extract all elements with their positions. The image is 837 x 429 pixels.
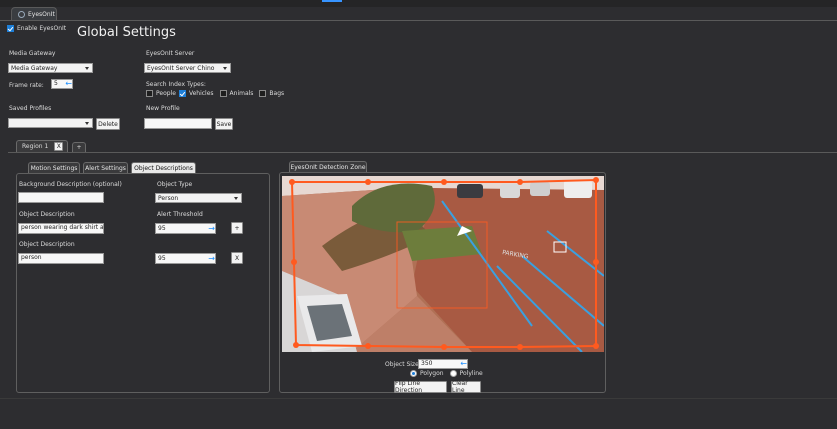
animals-checkbox[interactable] — [219, 90, 227, 97]
background-description-label: Background Description (optional) — [19, 181, 122, 188]
background-description-input[interactable] — [18, 192, 104, 203]
eyesonit-icon — [18, 11, 25, 18]
zone-vertex[interactable] — [593, 343, 599, 349]
add-description-button[interactable]: + — [231, 222, 243, 234]
close-region-button[interactable]: X — [54, 142, 64, 151]
tab-object-descriptions[interactable]: Object Descriptions — [131, 162, 196, 173]
alert-threshold-input[interactable]: 95 → — [155, 223, 216, 234]
top-bar — [0, 0, 837, 7]
alert-threshold-label: Alert Threshold — [157, 211, 203, 218]
delete-button[interactable]: Delete — [96, 118, 120, 130]
chevron-down-icon — [223, 66, 227, 70]
media-gateway-value: Media Gateway — [11, 64, 58, 72]
zone-vertex[interactable] — [441, 344, 447, 350]
bags-label: Bags — [269, 90, 285, 97]
frame-rate-label: Frame rate: — [9, 82, 44, 89]
detection-zone-overlay[interactable] — [279, 172, 606, 358]
people-checkbox[interactable] — [146, 90, 153, 97]
vehicles-label: Vehicles — [188, 90, 214, 97]
object-size-input[interactable]: 350 ← — [418, 359, 468, 369]
tab-region-1[interactable]: Region 1 X — [16, 140, 68, 152]
arrow-right-icon: → — [208, 253, 215, 263]
object-size-label: Object Size: — [385, 361, 421, 368]
save-button[interactable]: Save — [215, 118, 233, 130]
zone-vertex[interactable] — [289, 179, 295, 185]
search-index-label: Search Index Types: — [146, 81, 206, 88]
bottom-divider — [0, 398, 837, 399]
add-region-tab[interactable]: + — [72, 142, 86, 152]
zone-vertex[interactable] — [291, 259, 297, 265]
enable-checkbox[interactable] — [7, 25, 14, 32]
chevron-down-icon — [234, 196, 238, 200]
object-descriptions-panel — [16, 173, 270, 393]
polyline-radio[interactable] — [449, 370, 457, 377]
new-profile-label: New Profile — [146, 105, 180, 112]
polygon-radio[interactable] — [410, 370, 417, 377]
shape-type-group: Polygon Polyline — [410, 370, 483, 377]
object-type-select[interactable]: Person — [155, 193, 242, 203]
saved-profiles-select[interactable] — [8, 118, 93, 128]
polyline-label: Polyline — [459, 370, 483, 377]
object-size-value: 350 — [421, 360, 433, 367]
arrow-left-icon: ← — [65, 79, 72, 88]
zone-vertex[interactable] — [593, 259, 599, 265]
zone-vertex[interactable] — [517, 344, 523, 350]
saved-profiles-label: Saved Profiles — [9, 105, 52, 112]
tab-detection-zone[interactable]: EyesOnIt Detection Zone — [289, 161, 367, 172]
zone-vertices[interactable] — [289, 177, 599, 350]
arrow-right-icon: → — [208, 223, 215, 233]
add-region-label: + — [76, 144, 82, 151]
arrow-left-icon: ← — [460, 359, 467, 368]
region-tab-divider — [8, 152, 837, 153]
tab-motion-settings[interactable]: Motion Settings — [28, 162, 80, 173]
server-value: EyesOnIt Server Chino — [147, 64, 215, 72]
zone-vertex[interactable] — [293, 342, 299, 348]
alert-threshold-input-2[interactable]: 95 → — [155, 253, 216, 264]
tab-divider — [0, 20, 837, 21]
alert-threshold-value-2: 95 — [158, 254, 166, 262]
enable-label: Enable EyesOnIt — [17, 25, 67, 32]
zone-vertex[interactable] — [365, 179, 371, 185]
zone-vertex[interactable] — [593, 177, 599, 183]
tab-eyesonit[interactable]: EyesOnIt — [11, 7, 57, 21]
zone-vertex[interactable] — [441, 179, 447, 185]
vehicles-checkbox[interactable] — [178, 90, 186, 97]
object-description-input-2[interactable]: person — [18, 253, 104, 264]
object-type-value: Person — [158, 194, 179, 202]
server-select[interactable]: EyesOnIt Server Chino — [144, 63, 231, 73]
zone-vertex[interactable] — [517, 179, 523, 185]
alert-threshold-value: 95 — [158, 224, 166, 232]
tab-eyesonit-label: EyesOnIt — [28, 11, 55, 18]
enable-eyesonit[interactable]: Enable EyesOnIt — [7, 25, 66, 32]
page-title: Global Settings — [77, 25, 176, 40]
object-size-box — [396, 221, 488, 309]
frame-rate-value: 5 — [54, 80, 58, 87]
flip-line-direction-button[interactable]: Flip Line Direction — [394, 380, 447, 394]
zone-vertex[interactable] — [365, 343, 371, 349]
object-description-label: Object Description — [19, 211, 75, 218]
object-description-input[interactable]: person wearing dark shirt and l — [18, 223, 104, 234]
remove-description-button[interactable]: X — [231, 252, 243, 264]
object-description-label-2: Object Description — [19, 241, 75, 248]
people-label: People — [156, 90, 176, 97]
top-bar-highlight — [322, 0, 342, 2]
zone-polygon — [290, 178, 597, 348]
clear-line-button[interactable]: Clear Line — [451, 380, 481, 394]
frame-rate-input[interactable]: 5 ← — [51, 79, 73, 89]
polygon-label: Polygon — [420, 370, 444, 377]
chevron-down-icon — [85, 121, 89, 125]
animals-label: Animals — [229, 90, 254, 97]
tab-alert-settings[interactable]: Alert Settings — [83, 162, 128, 173]
media-gateway-label: Media Gateway — [9, 50, 56, 57]
new-profile-input[interactable] — [144, 118, 212, 129]
server-label: EyesOnIt Server — [146, 50, 195, 57]
region-tab-label: Region 1 — [22, 143, 49, 150]
bags-checkbox[interactable] — [259, 90, 267, 97]
object-type-label: Object Type — [157, 181, 193, 188]
media-gateway-select[interactable]: Media Gateway — [8, 63, 93, 73]
chevron-down-icon — [85, 66, 89, 70]
search-index-types: People Vehicles Animals Bags — [146, 90, 284, 97]
